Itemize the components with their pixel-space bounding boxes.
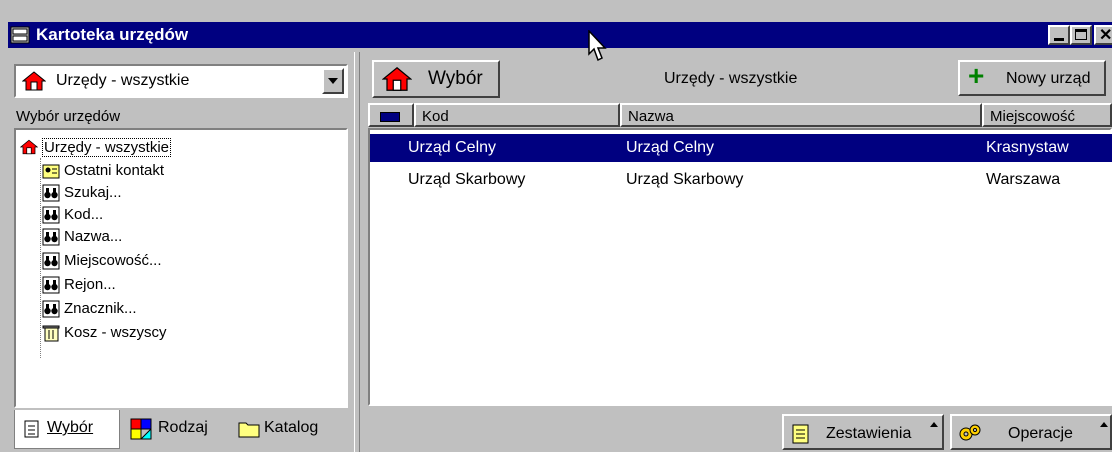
plus-icon: + <box>968 60 985 91</box>
chevron-up-icon <box>930 422 938 427</box>
tree-item-label: Ostatni kontakt <box>64 162 165 179</box>
home-icon <box>382 66 412 91</box>
cell-kod: Urząd Celny <box>408 139 497 156</box>
left-pane-tabs: Wybór Rodzaj Katalog <box>14 410 348 450</box>
tab-rodzaj[interactable]: Rodzaj <box>126 410 230 448</box>
section-label: Wybór urzędów <box>16 108 121 125</box>
maximize-icon <box>1075 29 1087 40</box>
office-list[interactable]: Urząd Celny Urząd Celny Krasnystaw Urząd… <box>368 128 1112 406</box>
new-office-label: Nowy urząd <box>1006 70 1091 87</box>
selector-icon <box>380 112 400 122</box>
column-header-label: Miejscowość <box>990 108 1076 125</box>
combobox-dropdown-button[interactable] <box>322 68 344 94</box>
minimize-icon <box>1054 38 1064 41</box>
chevron-down-icon <box>328 78 338 84</box>
operations-label: Operacje <box>1008 425 1073 442</box>
report-icon <box>792 424 809 444</box>
chevron-up-icon <box>1100 422 1108 427</box>
tree-connector-line <box>40 158 41 358</box>
home-icon <box>22 71 46 91</box>
column-header-indicator[interactable] <box>368 103 414 127</box>
document-icon <box>24 420 39 438</box>
table-row[interactable]: Urząd Skarbowy Urząd Skarbowy Warszawa <box>370 166 1112 194</box>
cell-nazwa: Urząd Skarbowy <box>626 171 744 188</box>
maximize-button[interactable] <box>1070 25 1092 45</box>
table-row[interactable]: Urząd Celny Urząd Celny Krasnystaw <box>370 134 1112 162</box>
binoculars-icon <box>42 276 60 294</box>
list-header-title: Urzędy - wszystkie <box>664 70 798 87</box>
tree-item-label: Nazwa... <box>64 228 123 245</box>
tree-item-label: Miejscowość... <box>64 252 162 269</box>
mouse-cursor-icon <box>588 30 607 62</box>
contact-card-icon <box>42 164 60 179</box>
reports-button[interactable]: Zestawienia <box>782 414 944 450</box>
shapes-icon <box>130 418 152 440</box>
tree-item-label: Znacznik... <box>64 300 137 317</box>
combobox-value: Urzędy - wszystkie <box>56 72 190 89</box>
gears-icon <box>959 424 981 441</box>
column-header-kod[interactable]: Kod <box>414 103 620 127</box>
office-selection-tree[interactable]: Urzędy - wszystkie Ostatni kontakt Szuka… <box>14 128 348 408</box>
window-title: Kartoteka urzędów <box>36 25 189 44</box>
trash-icon <box>42 325 60 342</box>
close-button[interactable]: ✕ <box>1094 25 1112 45</box>
column-header-label: Kod <box>422 108 449 125</box>
cell-nazwa: Urząd Celny <box>626 139 715 156</box>
tab-label: Rodzaj <box>158 419 208 436</box>
pane-splitter[interactable] <box>354 52 360 452</box>
new-office-button[interactable]: + Nowy urząd <box>958 60 1106 96</box>
tab-label: Katalog <box>264 419 319 436</box>
tree-item-label: Kod... <box>64 206 104 223</box>
cell-kod: Urząd Skarbowy <box>408 171 526 188</box>
tab-label: Wybór <box>47 419 94 436</box>
operations-button[interactable]: Operacje <box>950 414 1112 450</box>
column-header-nazwa[interactable]: Nazwa <box>620 103 982 127</box>
folder-icon <box>238 422 260 438</box>
cell-miejscowosc: Warszawa <box>986 171 1061 188</box>
binoculars-icon <box>42 252 60 270</box>
tree-item-label: Urzędy - wszystkie <box>42 138 172 157</box>
application-window: Kartoteka urzędów ✕ Urzędy - wszystkie W… <box>0 0 1112 452</box>
reports-label: Zestawienia <box>826 425 912 442</box>
close-icon: ✕ <box>1099 27 1112 44</box>
binoculars-icon <box>42 206 60 224</box>
tree-item-label: Kosz - wszyscy <box>64 324 167 341</box>
column-header-miejscowosc[interactable]: Miejscowość <box>982 103 1112 127</box>
binoculars-icon <box>42 228 60 246</box>
home-icon <box>20 139 38 155</box>
title-bar[interactable]: Kartoteka urzędów ✕ <box>8 22 1112 48</box>
tab-katalog[interactable]: Katalog <box>236 410 344 448</box>
tree-item-label: Rejon... <box>64 276 116 293</box>
cell-miejscowosc: Krasnystaw <box>986 139 1069 156</box>
minimize-button[interactable] <box>1048 25 1070 45</box>
cabinet-icon <box>10 26 30 44</box>
binoculars-icon <box>42 300 60 318</box>
office-filter-combobox[interactable]: Urzędy - wszystkie <box>14 64 348 98</box>
column-header-label: Nazwa <box>628 108 674 125</box>
tree-item-label: Szukaj... <box>64 184 122 201</box>
tab-wybor[interactable]: Wybór <box>14 410 120 449</box>
select-button[interactable]: Wybór <box>372 60 500 98</box>
select-button-label: Wybór <box>428 68 483 89</box>
binoculars-icon <box>42 184 60 202</box>
